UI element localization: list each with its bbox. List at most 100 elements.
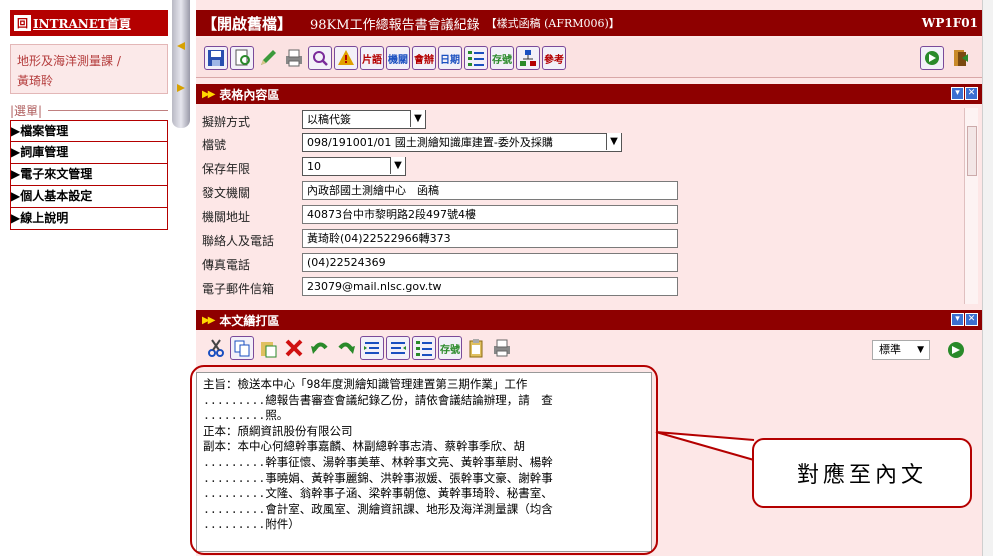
save-number-button[interactable]: 存號 [438,336,462,360]
user-dept: 地形及海洋測量課 / [17,54,121,68]
form-scrollbar[interactable] [964,108,978,304]
form-label: 傳真電話 [202,258,251,272]
contact-phone-input[interactable]: 黃琦聆(04)22522966轉373 [302,229,678,248]
date-button[interactable]: 日期 [438,46,462,70]
fax-input[interactable]: (04)22524369 [302,253,678,272]
menu-heading: |選單| [10,100,168,120]
expand-right-icon[interactable] [177,84,189,92]
edit-icon[interactable] [256,46,280,70]
minimize-icon[interactable]: ▾ [951,87,964,100]
print-preview-icon[interactable] [230,46,254,70]
clipboard-icon[interactable] [464,336,488,360]
callout-text: 對應至內文 [796,463,927,488]
screen-code: WP1F01 [921,16,978,30]
print-icon[interactable] [282,46,306,70]
form-label: 檔號 [202,138,227,152]
dropdown-arrow-icon[interactable]: ▼ [410,110,425,127]
cut-icon[interactable] [204,336,228,360]
body-section-header: ▶▶ 本文繕打區 ▾ ✕ [196,310,982,330]
form-section-header: ▶▶ 表格內容區 ▾ ✕ [196,84,982,104]
mode-label: 【開啟舊檔】 [202,14,293,33]
chevron-down-icon: ▼ [917,345,924,355]
document-toolbar: 片語 機關 會辦 日期 存號 參考 [196,38,982,78]
dropdown-arrow-icon[interactable]: ▼ [390,157,405,174]
style-select[interactable]: 標準 ▼ [872,340,930,360]
intranet-home-label: INTRANET首頁 [33,16,131,31]
print-icon[interactable] [490,336,514,360]
sidebar-item-personal-settings[interactable]: ▶個人基本設定 [10,186,168,208]
copy-icon[interactable] [230,336,254,360]
expand-arrows-icon: ▶▶ [202,88,215,100]
export-icon[interactable] [920,46,944,70]
form-section-title: 表格內容區 [219,87,280,102]
sidebar-item-online-help[interactable]: ▶線上說明 [10,208,168,230]
window-edge [982,0,993,556]
org-chart-icon[interactable] [516,46,540,70]
form-row: 機關地址 40873台中市黎明路2段497號4樓 [196,204,966,226]
form-template-label: 【樣式函稿 (AFRM006)】 [485,17,620,30]
form-row: 發文機關 內政部國土測繪中心 函稿 [196,180,966,202]
user-name: 黃琦聆 [17,74,54,88]
save-number-button[interactable]: 存號 [490,46,514,70]
expand-arrows-icon: ▶▶ [202,314,215,326]
style-select-value: 標準 [879,343,901,356]
search-icon[interactable] [308,46,332,70]
document-title: 98KM工作總報告書會議紀錄 [310,17,480,33]
exit-icon[interactable] [948,46,972,70]
indent-icon[interactable] [360,336,384,360]
save-icon[interactable] [204,46,228,70]
collapse-left-icon[interactable] [177,42,189,50]
sidebar-menu: ▶檔案管理 ▶詞庫管理 ▶電子來文管理 ▶個人基本設定 ▶線上說明 [10,120,168,230]
email-input[interactable]: 23079@mail.nlsc.gov.tw [302,277,678,296]
text-edit-toolbar: 存號 標準 ▼ [196,330,982,366]
sidebar: 回 INTRANET首頁 地形及海洋測量課 / 黃琦聆 |選單| ▶檔案管理 ▶… [10,0,168,556]
phrase-button[interactable]: 片語 [360,46,384,70]
sidebar-item-file-management[interactable]: ▶檔案管理 [10,120,168,142]
sidebar-item-thesaurus-management[interactable]: ▶詞庫管理 [10,142,168,164]
body-section-title: 本文繕打區 [219,313,280,328]
form-label: 保存年限 [202,162,251,176]
paste-icon[interactable] [256,336,280,360]
agency-button[interactable]: 機關 [386,46,410,70]
form-row: 傳真電話 (04)22524369 [196,252,966,274]
co-sign-button[interactable]: 會辦 [412,46,436,70]
home-icon: 回 [14,15,31,31]
form-row: 檔號 098/191001/01 國土測繪知識庫建置-委外及採購 ▼ [196,132,966,154]
reference-button[interactable]: 參考 [542,46,566,70]
form-label: 機關地址 [202,210,251,224]
form-label: 擬辦方式 [202,115,251,129]
callout-pointer [655,431,755,461]
form-row: 保存年限 10 ▼ [196,156,966,178]
form-row: 聯絡人及電話 黃琦聆(04)22522966轉373 [196,228,966,250]
close-icon[interactable]: ✕ [965,313,978,326]
sidebar-item-incoming-documents[interactable]: ▶電子來文管理 [10,164,168,186]
close-icon[interactable]: ✕ [965,87,978,100]
form-label: 聯絡人及電話 [202,234,275,248]
annotation-callout: 對應至內文 [752,438,972,508]
undo-icon[interactable] [308,336,332,360]
document-titlebar: 【開啟舊檔】 98KM工作總報告書會議紀錄 【樣式函稿 (AFRM006)】 W… [196,10,982,36]
draft-method-select[interactable]: 以稿代簽 [302,110,426,129]
form-label: 發文機關 [202,186,251,200]
annotation-highlight [190,365,658,555]
minimize-icon[interactable]: ▾ [951,313,964,326]
intranet-home-link[interactable]: 回 INTRANET首頁 [10,10,168,36]
menu-heading-label: |選單| [10,103,43,118]
list-icon[interactable] [464,46,488,70]
dropdown-arrow-icon[interactable]: ▼ [606,133,621,150]
redo-icon[interactable] [334,336,358,360]
form-row: 電子郵件信箱 23079@mail.nlsc.gov.tw [196,276,966,298]
file-number-select[interactable]: 098/191001/01 國土測繪知識庫建置-委外及採購 [302,133,622,152]
agency-address-input[interactable]: 40873台中市黎明路2段497號4樓 [302,205,678,224]
issuing-agency-input[interactable]: 內政部國土測繪中心 函稿 [302,181,678,200]
warning-icon[interactable] [334,46,358,70]
form-row: 擬辦方式 以稿代簽 ▼ [196,109,966,131]
delete-icon[interactable] [282,336,306,360]
refresh-icon[interactable] [944,338,968,362]
form-label: 電子郵件信箱 [202,282,275,296]
pane-splitter[interactable] [172,0,190,128]
user-info: 地形及海洋測量課 / 黃琦聆 [10,44,168,94]
list-icon[interactable] [412,336,436,360]
outdent-icon[interactable] [386,336,410,360]
form-area: 擬辦方式 以稿代簽 ▼ 檔號 098/191001/01 國土測繪知識庫建置-委… [196,108,982,306]
